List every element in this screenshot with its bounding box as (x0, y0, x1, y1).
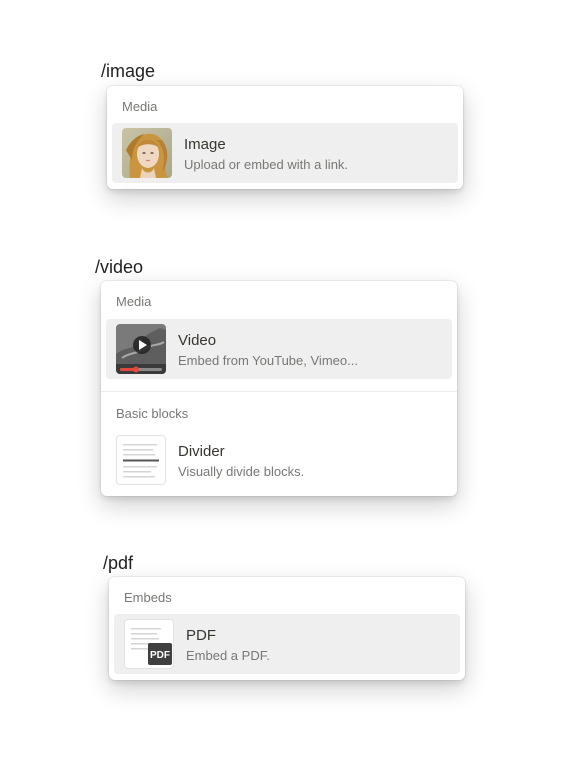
menu-item-title: Divider (178, 443, 225, 460)
divider-thumbnail-icon (116, 435, 166, 485)
slash-command-pdf: /pdf (103, 553, 134, 573)
menu-item-description: Embed from YouTube, Vimeo... (178, 353, 358, 368)
slash-command-image: /image (101, 61, 156, 81)
command-menu-video: Media Video Embed from YouTube, Vimeo...… (101, 281, 457, 496)
menu-item-pdf[interactable]: PDF PDF Embed a PDF. (114, 614, 460, 674)
menu-item-title: Video (178, 332, 217, 349)
menu-item-description: Embed a PDF. (186, 648, 270, 663)
command-menu-pdf: Embeds PDF PDF Embed a PDF. (109, 577, 465, 680)
menu-item-image[interactable]: Image Upload or embed with a link. (112, 123, 458, 183)
menu-item-description: Upload or embed with a link. (184, 157, 349, 172)
image-thumbnail-icon (122, 128, 172, 178)
section-divider (101, 391, 457, 392)
menu-item-video[interactable]: Video Embed from YouTube, Vimeo... (106, 319, 452, 379)
section-label-media: Media (122, 99, 158, 114)
section-label-media: Media (116, 294, 152, 309)
menu-item-divider[interactable]: Divider Visually divide blocks. (106, 430, 452, 490)
pdf-badge-label: PDF (150, 650, 170, 661)
slash-command-video: /video (95, 257, 144, 277)
command-menu-image: Media Image Upload or embed with a link. (107, 86, 463, 189)
menu-item-title: Image (184, 136, 226, 153)
menu-item-title: PDF (186, 627, 216, 644)
pdf-thumbnail-icon: PDF (124, 619, 174, 669)
menu-item-description: Visually divide blocks. (178, 464, 305, 479)
video-thumbnail-icon (116, 324, 166, 374)
section-label-basic-blocks: Basic blocks (116, 406, 189, 421)
section-label-embeds: Embeds (124, 590, 172, 605)
